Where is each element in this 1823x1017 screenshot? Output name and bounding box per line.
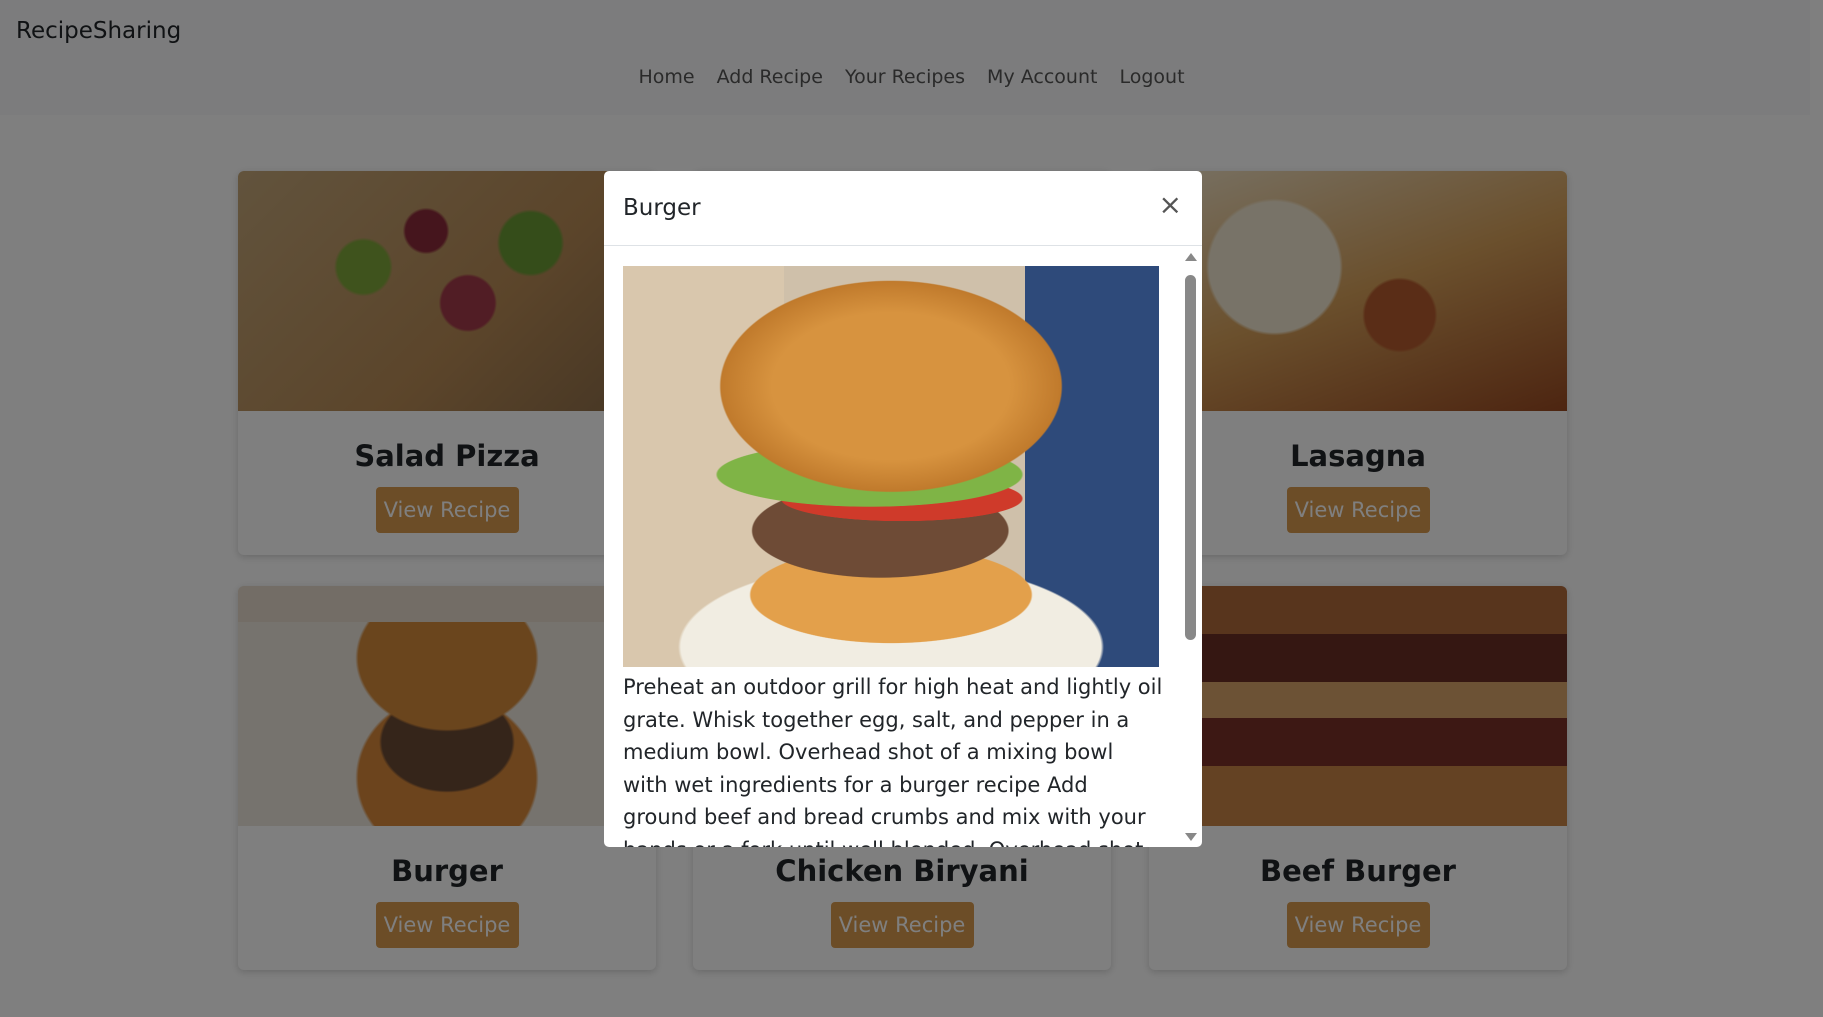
recipe-modal: Burger × Preheat an outdoor grill for hi… [604,171,1202,847]
scrollbar-thumb[interactable] [1185,275,1196,640]
scroll-up-icon[interactable] [1185,253,1197,261]
close-icon[interactable]: × [1159,188,1182,221]
recipe-image [623,266,1159,667]
scroll-down-icon[interactable] [1185,833,1197,841]
recipe-instructions: Preheat an outdoor grill for high heat a… [623,675,1163,847]
modal-body[interactable]: Preheat an outdoor grill for high heat a… [604,246,1202,847]
modal-scrollbar[interactable] [1184,253,1198,841]
modal-title: Burger [623,195,701,221]
modal-header: Burger × [604,171,1202,246]
